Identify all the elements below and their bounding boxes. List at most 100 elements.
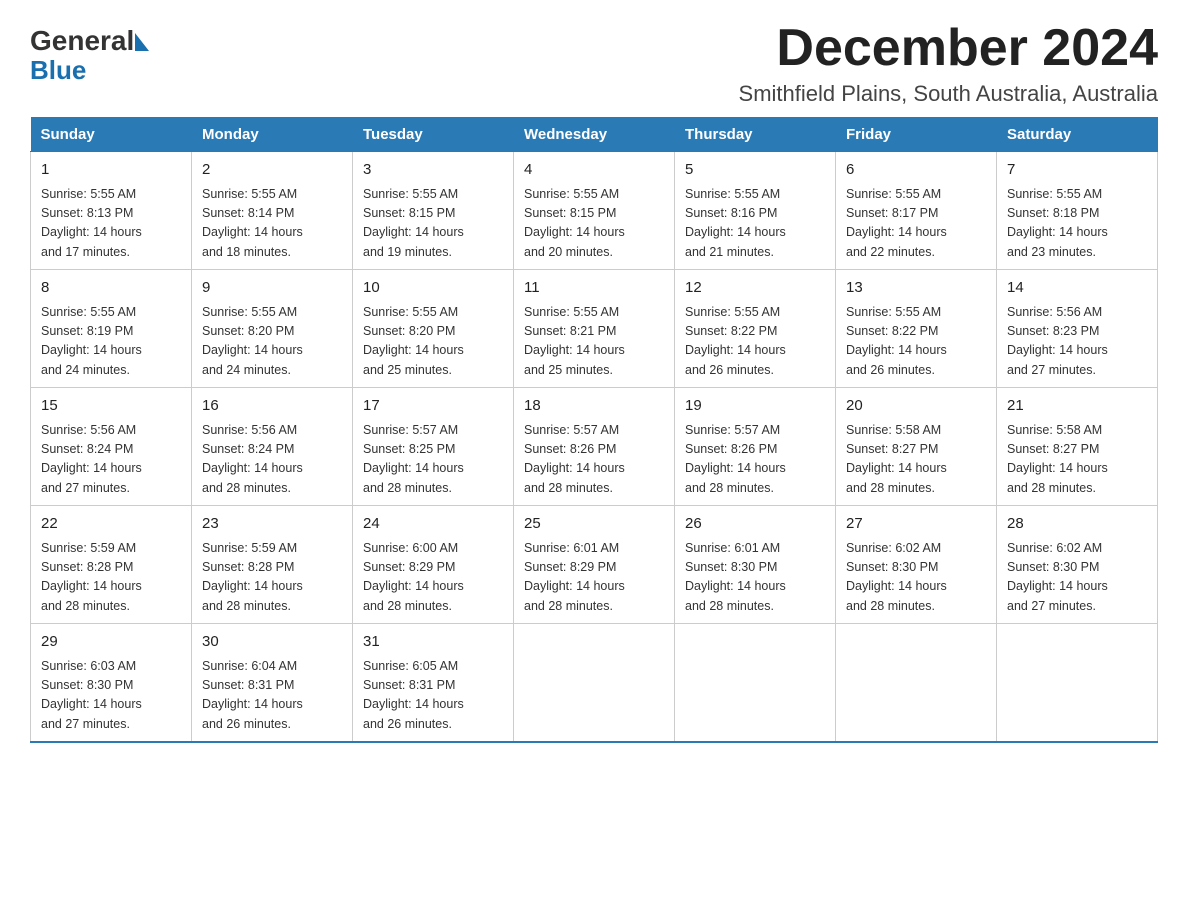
day-info: Sunrise: 5:55 AMSunset: 8:15 PMDaylight:… bbox=[524, 185, 664, 263]
day-number: 11 bbox=[524, 277, 664, 300]
day-number: 17 bbox=[363, 395, 503, 418]
calendar-week-row: 15 Sunrise: 5:56 AMSunset: 8:24 PMDayligh… bbox=[31, 388, 1158, 506]
calendar-cell: 31 Sunrise: 6:05 AMSunset: 8:31 PMDayligh… bbox=[353, 624, 514, 743]
day-number: 12 bbox=[685, 277, 825, 300]
title-section: December 2024 Smithfield Plains, South A… bbox=[739, 20, 1158, 107]
day-info: Sunrise: 6:01 AMSunset: 8:30 PMDaylight:… bbox=[685, 539, 825, 617]
calendar-cell: 15 Sunrise: 5:56 AMSunset: 8:24 PMDayligh… bbox=[31, 388, 192, 506]
day-info: Sunrise: 5:55 AMSunset: 8:16 PMDaylight:… bbox=[685, 185, 825, 263]
calendar-cell bbox=[675, 624, 836, 743]
day-number: 29 bbox=[41, 631, 181, 654]
day-number: 13 bbox=[846, 277, 986, 300]
calendar-cell: 21 Sunrise: 5:58 AMSunset: 8:27 PMDayligh… bbox=[997, 388, 1158, 506]
day-number: 25 bbox=[524, 513, 664, 536]
day-info: Sunrise: 5:56 AMSunset: 8:24 PMDaylight:… bbox=[41, 421, 181, 499]
day-number: 26 bbox=[685, 513, 825, 536]
weekday-header-row: SundayMondayTuesdayWednesdayThursdayFrid… bbox=[31, 118, 1158, 152]
day-info: Sunrise: 5:55 AMSunset: 8:13 PMDaylight:… bbox=[41, 185, 181, 263]
calendar-week-row: 8 Sunrise: 5:55 AMSunset: 8:19 PMDaylight… bbox=[31, 270, 1158, 388]
calendar-cell: 14 Sunrise: 5:56 AMSunset: 8:23 PMDayligh… bbox=[997, 270, 1158, 388]
day-info: Sunrise: 5:55 AMSunset: 8:20 PMDaylight:… bbox=[363, 303, 503, 381]
weekday-header-wednesday: Wednesday bbox=[514, 118, 675, 152]
day-info: Sunrise: 5:55 AMSunset: 8:18 PMDaylight:… bbox=[1007, 185, 1147, 263]
day-number: 3 bbox=[363, 159, 503, 182]
day-info: Sunrise: 5:55 AMSunset: 8:15 PMDaylight:… bbox=[363, 185, 503, 263]
calendar-cell: 23Sunrise: 5:59 AMSunset: 8:28 PMDayligh… bbox=[192, 506, 353, 624]
page-header: General Blue December 2024 Smithfield Pl… bbox=[30, 20, 1158, 107]
weekday-header-friday: Friday bbox=[836, 118, 997, 152]
day-info: Sunrise: 5:55 AMSunset: 8:22 PMDaylight:… bbox=[685, 303, 825, 381]
calendar-cell: 18 Sunrise: 5:57 AMSunset: 8:26 PMDayligh… bbox=[514, 388, 675, 506]
day-number: 19 bbox=[685, 395, 825, 418]
calendar-cell bbox=[514, 624, 675, 743]
day-number: 28 bbox=[1007, 513, 1147, 536]
calendar-week-row: 22 Sunrise: 5:59 AMSunset: 8:28 PMDayligh… bbox=[31, 506, 1158, 624]
day-info: Sunrise: 6:02 AMSunset: 8:30 PMDaylight:… bbox=[1007, 539, 1147, 617]
logo-arrow-icon bbox=[135, 33, 149, 51]
day-number: 22 bbox=[41, 513, 181, 536]
calendar-cell: 22 Sunrise: 5:59 AMSunset: 8:28 PMDayligh… bbox=[31, 506, 192, 624]
day-number: 1 bbox=[41, 159, 181, 182]
day-info: Sunrise: 5:56 AMSunset: 8:23 PMDaylight:… bbox=[1007, 303, 1147, 381]
calendar-cell bbox=[997, 624, 1158, 743]
day-info: Sunrise: 5:59 AMSunset: 8:28 PMDaylight:… bbox=[41, 539, 181, 617]
day-number: 18 bbox=[524, 395, 664, 418]
month-title: December 2024 bbox=[739, 20, 1158, 77]
day-number: 21 bbox=[1007, 395, 1147, 418]
day-number: 9 bbox=[202, 277, 342, 300]
day-number: 4 bbox=[524, 159, 664, 182]
day-info: Sunrise: 5:58 AMSunset: 8:27 PMDaylight:… bbox=[846, 421, 986, 499]
day-info: Sunrise: 5:55 AMSunset: 8:19 PMDaylight:… bbox=[41, 303, 181, 381]
calendar-cell: 19 Sunrise: 5:57 AMSunset: 8:26 PMDayligh… bbox=[675, 388, 836, 506]
calendar-cell: 29Sunrise: 6:03 AMSunset: 8:30 PMDayligh… bbox=[31, 624, 192, 743]
logo: General Blue bbox=[30, 20, 149, 83]
day-info: Sunrise: 5:57 AMSunset: 8:26 PMDaylight:… bbox=[685, 421, 825, 499]
day-info: Sunrise: 6:01 AMSunset: 8:29 PMDaylight:… bbox=[524, 539, 664, 617]
day-number: 14 bbox=[1007, 277, 1147, 300]
calendar-cell: 30 Sunrise: 6:04 AMSunset: 8:31 PMDayligh… bbox=[192, 624, 353, 743]
logo-blue-text: Blue bbox=[30, 57, 86, 83]
day-info: Sunrise: 5:55 AMSunset: 8:17 PMDaylight:… bbox=[846, 185, 986, 263]
weekday-header-saturday: Saturday bbox=[997, 118, 1158, 152]
day-number: 16 bbox=[202, 395, 342, 418]
day-number: 31 bbox=[363, 631, 503, 654]
calendar-cell: 3 Sunrise: 5:55 AMSunset: 8:15 PMDaylight… bbox=[353, 152, 514, 270]
calendar-cell: 1 Sunrise: 5:55 AMSunset: 8:13 PMDaylight… bbox=[31, 152, 192, 270]
weekday-header-tuesday: Tuesday bbox=[353, 118, 514, 152]
day-info: Sunrise: 5:55 AMSunset: 8:21 PMDaylight:… bbox=[524, 303, 664, 381]
day-number: 5 bbox=[685, 159, 825, 182]
calendar-cell: 2Sunrise: 5:55 AMSunset: 8:14 PMDaylight… bbox=[192, 152, 353, 270]
day-number: 7 bbox=[1007, 159, 1147, 182]
calendar-cell: 20Sunrise: 5:58 AMSunset: 8:27 PMDayligh… bbox=[836, 388, 997, 506]
calendar-week-row: 1 Sunrise: 5:55 AMSunset: 8:13 PMDaylight… bbox=[31, 152, 1158, 270]
day-info: Sunrise: 6:04 AMSunset: 8:31 PMDaylight:… bbox=[202, 657, 342, 735]
calendar-cell: 12 Sunrise: 5:55 AMSunset: 8:22 PMDayligh… bbox=[675, 270, 836, 388]
calendar-table: SundayMondayTuesdayWednesdayThursdayFrid… bbox=[30, 117, 1158, 743]
day-info: Sunrise: 5:55 AMSunset: 8:20 PMDaylight:… bbox=[202, 303, 342, 381]
calendar-cell: 6Sunrise: 5:55 AMSunset: 8:17 PMDaylight… bbox=[836, 152, 997, 270]
logo-general-text: General bbox=[30, 25, 134, 57]
day-info: Sunrise: 5:55 AMSunset: 8:22 PMDaylight:… bbox=[846, 303, 986, 381]
calendar-cell: 13 Sunrise: 5:55 AMSunset: 8:22 PMDayligh… bbox=[836, 270, 997, 388]
calendar-cell: 8 Sunrise: 5:55 AMSunset: 8:19 PMDaylight… bbox=[31, 270, 192, 388]
day-info: Sunrise: 5:58 AMSunset: 8:27 PMDaylight:… bbox=[1007, 421, 1147, 499]
calendar-cell: 9 Sunrise: 5:55 AMSunset: 8:20 PMDaylight… bbox=[192, 270, 353, 388]
calendar-cell: 10Sunrise: 5:55 AMSunset: 8:20 PMDayligh… bbox=[353, 270, 514, 388]
location-title: Smithfield Plains, South Australia, Aust… bbox=[739, 81, 1158, 107]
day-number: 15 bbox=[41, 395, 181, 418]
day-number: 30 bbox=[202, 631, 342, 654]
day-number: 24 bbox=[363, 513, 503, 536]
day-info: Sunrise: 5:56 AMSunset: 8:24 PMDaylight:… bbox=[202, 421, 342, 499]
calendar-cell: 11 Sunrise: 5:55 AMSunset: 8:21 PMDayligh… bbox=[514, 270, 675, 388]
calendar-cell: 28 Sunrise: 6:02 AMSunset: 8:30 PMDayligh… bbox=[997, 506, 1158, 624]
day-info: Sunrise: 5:57 AMSunset: 8:26 PMDaylight:… bbox=[524, 421, 664, 499]
day-info: Sunrise: 6:05 AMSunset: 8:31 PMDaylight:… bbox=[363, 657, 503, 735]
day-info: Sunrise: 6:02 AMSunset: 8:30 PMDaylight:… bbox=[846, 539, 986, 617]
day-number: 27 bbox=[846, 513, 986, 536]
day-number: 8 bbox=[41, 277, 181, 300]
weekday-header-sunday: Sunday bbox=[31, 118, 192, 152]
calendar-cell: 17 Sunrise: 5:57 AMSunset: 8:25 PMDayligh… bbox=[353, 388, 514, 506]
calendar-cell: 24Sunrise: 6:00 AMSunset: 8:29 PMDayligh… bbox=[353, 506, 514, 624]
calendar-cell: 27 Sunrise: 6:02 AMSunset: 8:30 PMDayligh… bbox=[836, 506, 997, 624]
day-info: Sunrise: 5:57 AMSunset: 8:25 PMDaylight:… bbox=[363, 421, 503, 499]
